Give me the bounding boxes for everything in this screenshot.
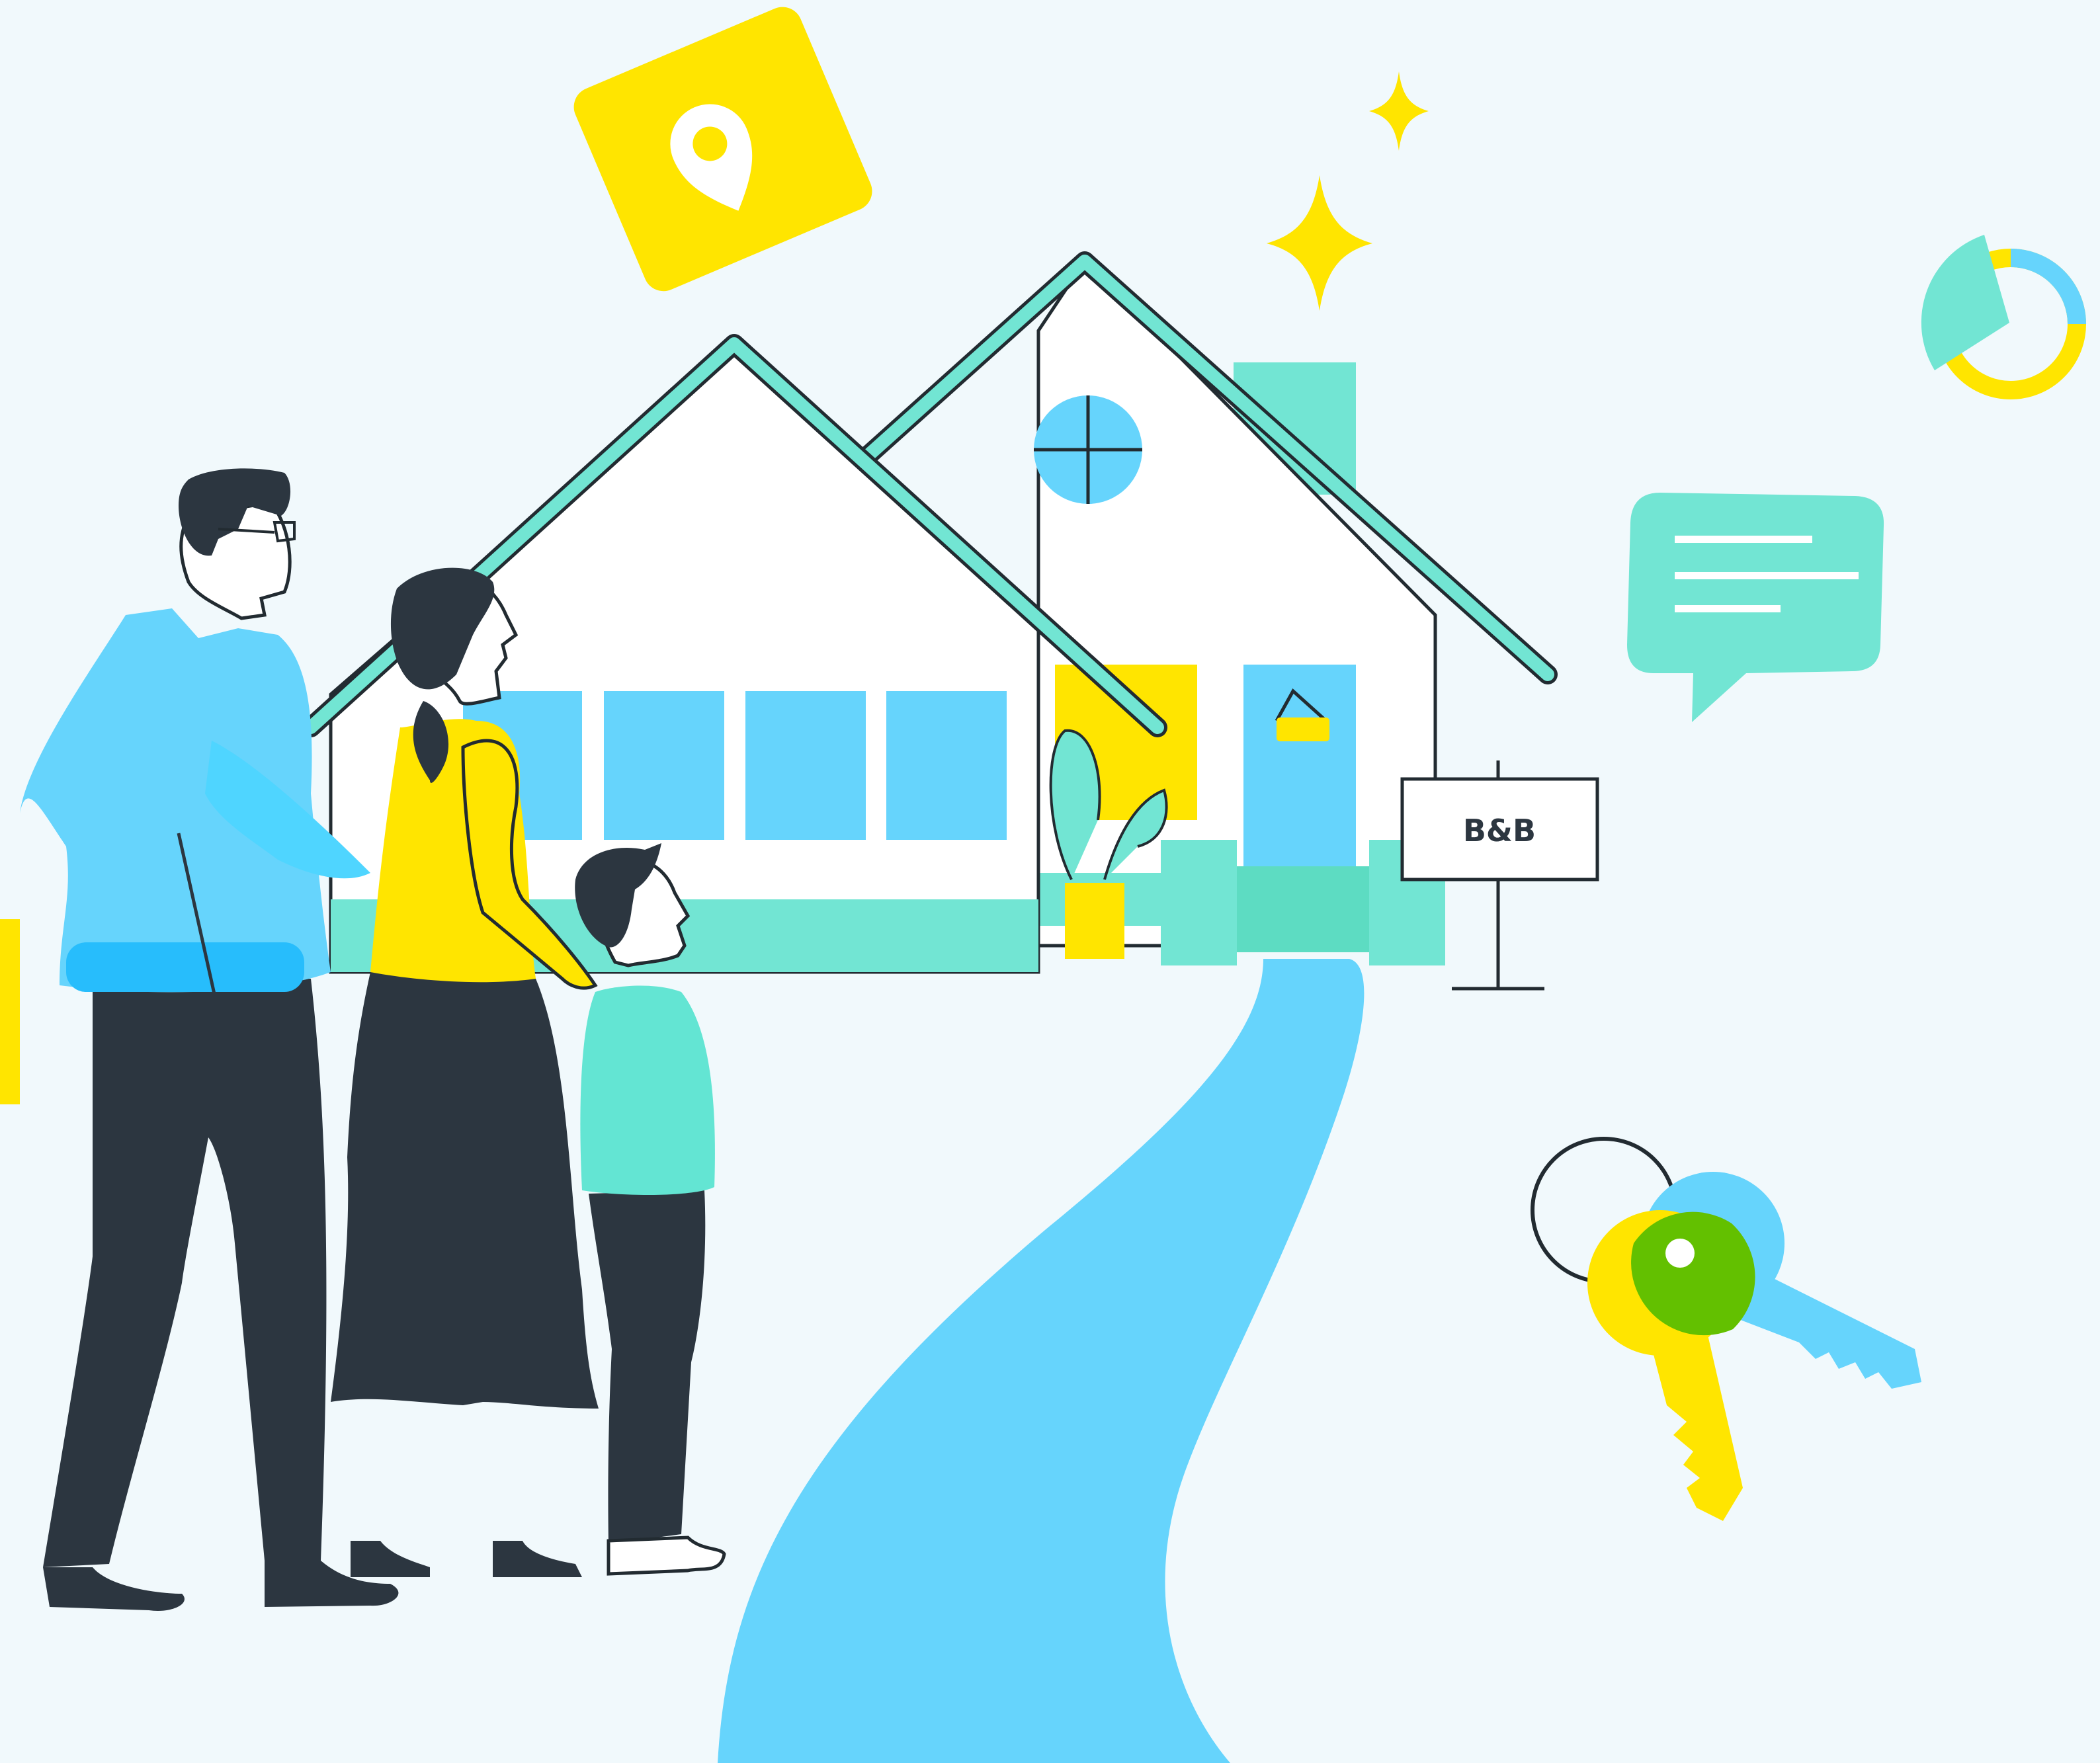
illustration: B&B (0, 0, 2100, 1763)
father-belt (66, 942, 304, 992)
steps (1230, 866, 1382, 952)
left-yellow-bar (0, 919, 20, 1104)
child-shirt (580, 985, 715, 1195)
flower-pot (1065, 883, 1124, 959)
sign-label: B&B (1463, 813, 1536, 848)
